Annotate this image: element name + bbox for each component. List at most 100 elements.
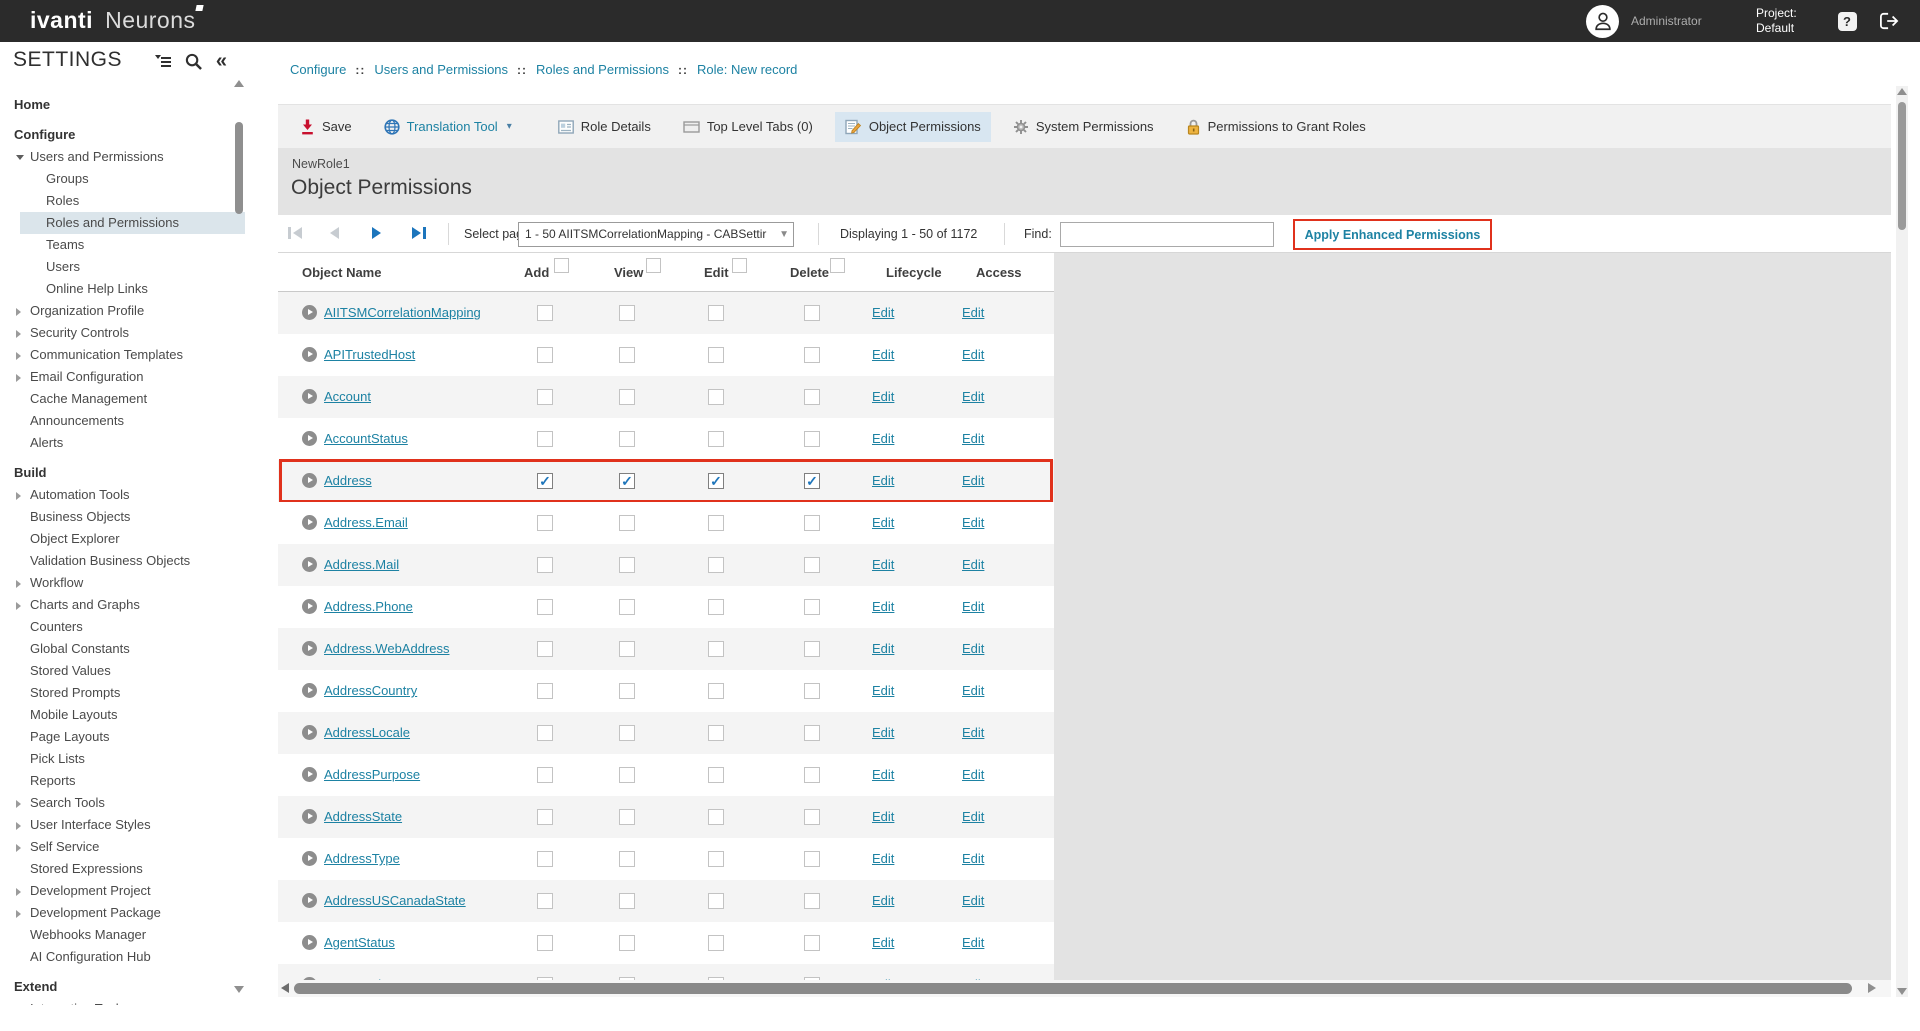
sidebar-item-online-help-links[interactable]: Online Help Links [20,278,245,300]
row-expand-icon[interactable] [302,557,317,572]
view-checkbox[interactable]: ✓ [619,473,635,489]
top-level-tabs-button[interactable]: Top Level Tabs (0) [673,112,823,141]
object-name-link[interactable]: Address.Mail [324,557,399,572]
edit-checkbox[interactable] [708,809,724,825]
sidebar-item-mobile-layouts[interactable]: Mobile Layouts [20,704,245,726]
row-expand-icon[interactable] [302,935,317,950]
sidebar-scrollbar-thumb[interactable] [235,122,243,214]
sidebar-item-roles-and-permissions[interactable]: Roles and Permissions [20,212,245,234]
view-checkbox[interactable] [619,935,635,951]
lifecycle-edit-link[interactable]: Edit [872,935,894,950]
chevron-collapsed-icon[interactable] [16,844,21,852]
add-checkbox[interactable] [537,851,553,867]
sidebar-item-ai-configuration-hub[interactable]: AI Configuration Hub [20,946,245,968]
chevron-collapsed-icon[interactable] [16,330,21,338]
vertical-scrollbar-thumb[interactable] [1898,102,1906,230]
view-checkbox[interactable] [619,809,635,825]
add-checkbox[interactable] [537,515,553,531]
object-name-link[interactable]: AddressUSCanadaState [324,893,466,908]
chevron-collapsed-icon[interactable] [16,580,21,588]
sidebar-item-page-layouts[interactable]: Page Layouts [20,726,245,748]
sidebar-item-global-constants[interactable]: Global Constants [20,638,245,660]
row-expand-icon[interactable] [302,893,317,908]
object-name-link[interactable]: Address [324,473,372,488]
chevron-collapsed-icon[interactable] [16,910,21,918]
access-edit-link[interactable]: Edit [962,767,984,782]
scroll-left-arrow-icon[interactable] [281,983,289,993]
sidebar-item-workflow[interactable]: Workflow [20,572,245,594]
edit-checkbox[interactable] [708,767,724,783]
lifecycle-edit-link[interactable]: Edit [872,305,894,320]
edit-checkbox[interactable] [708,893,724,909]
chevron-collapsed-icon[interactable] [16,822,21,830]
help-button[interactable]: ? [1836,10,1858,32]
lifecycle-edit-link[interactable]: Edit [872,473,894,488]
edit-checkbox[interactable] [708,347,724,363]
delete-checkbox[interactable] [804,389,820,405]
access-edit-link[interactable]: Edit [962,389,984,404]
lifecycle-edit-link[interactable]: Edit [872,893,894,908]
add-checkbox[interactable] [537,389,553,405]
row-expand-icon[interactable] [302,851,317,866]
access-edit-link[interactable]: Edit [962,683,984,698]
sidebar-item-webhooks-manager[interactable]: Webhooks Manager [20,924,245,946]
add-checkbox[interactable] [537,557,553,573]
access-edit-link[interactable]: Edit [962,725,984,740]
view-checkbox[interactable] [619,557,635,573]
add-checkbox[interactable] [537,599,553,615]
sidebar-item-communication-templates[interactable]: Communication Templates [20,344,245,366]
save-button[interactable]: Save [290,112,362,142]
object-name-link[interactable]: AccountStatus [324,431,408,446]
vertical-scrollbar[interactable] [1896,86,1908,997]
lifecycle-edit-link[interactable]: Edit [872,683,894,698]
sidebar-item-groups[interactable]: Groups [20,168,245,190]
access-edit-link[interactable]: Edit [962,935,984,950]
page-select-dropdown[interactable]: 1 - 50 AIITSMCorrelationMapping - CABSet… [518,222,794,247]
delete-checkbox[interactable] [804,809,820,825]
delete-checkbox[interactable] [804,683,820,699]
view-checkbox[interactable] [619,599,635,615]
add-checkbox[interactable]: ✓ [537,473,553,489]
delete-checkbox[interactable] [804,305,820,321]
edit-checkbox[interactable] [708,641,724,657]
sidebar-item-roles[interactable]: Roles [20,190,245,212]
scroll-down-arrow-icon[interactable] [234,986,244,993]
lifecycle-edit-link[interactable]: Edit [872,641,894,656]
translation-tool-button[interactable]: Translation Tool ▾ [374,112,522,142]
delete-checkbox[interactable] [804,851,820,867]
sidebar-item-email-configuration[interactable]: Email Configuration [20,366,245,388]
select-all-view-checkbox[interactable] [646,258,661,273]
delete-checkbox[interactable] [804,641,820,657]
object-name-link[interactable]: AddressState [324,809,402,824]
edit-checkbox[interactable] [708,599,724,615]
chevron-collapsed-icon[interactable] [16,602,21,610]
add-checkbox[interactable] [537,809,553,825]
user-avatar[interactable] [1586,5,1619,38]
tree-view-icon[interactable] [161,55,171,67]
access-edit-link[interactable]: Edit [962,473,984,488]
sidebar-scrollbar[interactable] [233,80,245,1005]
chevron-collapsed-icon[interactable] [16,374,21,382]
row-expand-icon[interactable] [302,305,317,320]
add-checkbox[interactable] [537,935,553,951]
delete-checkbox[interactable] [804,557,820,573]
view-checkbox[interactable] [619,515,635,531]
access-edit-link[interactable]: Edit [962,557,984,572]
collapse-sidebar-icon[interactable]: « [216,52,227,70]
sidebar-item-announcements[interactable]: Announcements [20,410,245,432]
access-edit-link[interactable]: Edit [962,893,984,908]
chevron-collapsed-icon[interactable] [16,352,21,360]
sidebar-item-cache-management[interactable]: Cache Management [20,388,245,410]
lifecycle-edit-link[interactable]: Edit [872,431,894,446]
access-edit-link[interactable]: Edit [962,431,984,446]
chevron-collapsed-icon[interactable] [16,492,21,500]
sidebar-item-stored-prompts[interactable]: Stored Prompts [20,682,245,704]
add-checkbox[interactable] [537,683,553,699]
lifecycle-edit-link[interactable]: Edit [872,515,894,530]
lifecycle-edit-link[interactable]: Edit [872,557,894,572]
sidebar-item-stored-expressions[interactable]: Stored Expressions [20,858,245,880]
edit-checkbox[interactable] [708,935,724,951]
lifecycle-edit-link[interactable]: Edit [872,851,894,866]
row-expand-icon[interactable] [302,641,317,656]
lifecycle-edit-link[interactable]: Edit [872,389,894,404]
